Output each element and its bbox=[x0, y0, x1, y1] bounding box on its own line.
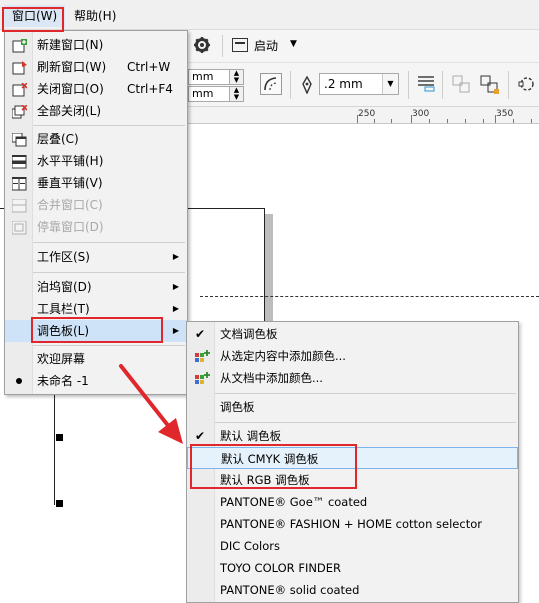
submenu-item-pantone-goe[interactable]: PANTONE® Goe™ coated bbox=[187, 491, 518, 513]
submenu-item-dic-colors[interactable]: DIC Colors bbox=[187, 535, 518, 557]
palette-add-selection-icon bbox=[195, 349, 210, 363]
submenu-item-add-from-selection[interactable]: 从选定内容中添加颜色... bbox=[187, 345, 518, 367]
menu-item-untitled-1[interactable]: 未命名 -1 bbox=[5, 370, 187, 392]
menu-item-toolbars[interactable]: 工具栏(T) ▶ bbox=[5, 298, 187, 320]
menu-window[interactable]: 窗口(W) bbox=[4, 5, 66, 27]
menubar: 窗口(W) 帮助(H) bbox=[0, 0, 539, 30]
submenu-arrow-icon: ▶ bbox=[172, 304, 179, 313]
standard-toolbar: 启动 ▼ bbox=[188, 30, 539, 63]
submenu-item-default-cmyk[interactable]: 默认 CMYK 调色板 bbox=[187, 447, 518, 469]
selection-handle[interactable] bbox=[56, 500, 63, 507]
menu-item-tile-vertical[interactable]: 垂直平铺(V) bbox=[5, 172, 187, 194]
horizontal-ruler: 250 300 350 bbox=[188, 107, 539, 124]
gear-icon[interactable] bbox=[193, 36, 211, 54]
palette-add-document-icon bbox=[195, 371, 210, 385]
ruler-label-350: 350 bbox=[496, 109, 514, 119]
tile-horizontal-icon bbox=[11, 154, 27, 169]
tile-vertical-icon bbox=[11, 176, 27, 191]
submenu-item-default-rgb[interactable]: 默认 RGB 调色板 bbox=[187, 469, 518, 491]
ruler-label-300: 300 bbox=[412, 109, 430, 119]
new-window-icon bbox=[12, 38, 27, 53]
menu-item-refresh-window[interactable]: 刷新窗口(W) Ctrl+W bbox=[5, 56, 187, 78]
property-bar: mm ▲ ▼ mm ▲ ▼ .2 mm ▼ bbox=[188, 63, 539, 107]
corner-style-icon[interactable] bbox=[260, 73, 282, 95]
size-y-input[interactable]: mm bbox=[188, 86, 230, 102]
submenu-item-toyo[interactable]: TOYO COLOR FINDER bbox=[187, 557, 518, 579]
submenu-item-document-palette[interactable]: ✔ 文档调色板 bbox=[187, 323, 518, 345]
close-all-icon bbox=[11, 104, 28, 119]
menu-item-merge-windows: 合并窗口(C) bbox=[5, 194, 187, 216]
menu-item-close-all[interactable]: 全部关闭(L) bbox=[5, 100, 187, 122]
outline-width-select[interactable]: .2 mm ▼ bbox=[319, 73, 399, 95]
size-y-stepper[interactable]: ▲ ▼ bbox=[230, 86, 244, 102]
color-palettes-submenu: ✔ 文档调色板 从选定内容中添加颜色... 从文档中添加颜色... 调色板 ✔ … bbox=[186, 321, 519, 603]
menu-item-new-window[interactable]: 新建窗口(N) bbox=[5, 34, 187, 56]
menu-item-cascade[interactable]: 层叠(C) bbox=[5, 128, 187, 150]
submenu-item-pantone-solid[interactable]: PANTONE® solid coated bbox=[187, 579, 518, 601]
checkmark-icon: ✔ bbox=[195, 327, 206, 341]
menu-help[interactable]: 帮助(H) bbox=[66, 5, 124, 27]
merge-windows-icon bbox=[11, 198, 27, 213]
convert-to-curves-icon[interactable] bbox=[518, 75, 536, 93]
size-x-stepper[interactable]: ▲ ▼ bbox=[230, 69, 244, 85]
submenu-item-default-palette[interactable]: ✔ 默认 调色板 bbox=[187, 425, 518, 447]
menu-item-close-window[interactable]: 关闭窗口(O) Ctrl+F4 bbox=[5, 78, 187, 100]
chevron-down-icon[interactable]: ▼ bbox=[290, 39, 297, 49]
ruler-label-250: 250 bbox=[358, 109, 376, 119]
submenu-arrow-icon: ▶ bbox=[172, 326, 179, 335]
guideline[interactable] bbox=[200, 296, 539, 297]
launch-icon[interactable] bbox=[232, 38, 248, 52]
submenu-arrow-icon: ▶ bbox=[172, 282, 179, 291]
submenu-item-palettes[interactable]: 调色板 bbox=[187, 396, 518, 418]
menu-item-workspace[interactable]: 工作区(S) ▶ bbox=[5, 246, 187, 268]
selection-handle[interactable] bbox=[56, 434, 63, 441]
group-icon[interactable] bbox=[452, 75, 470, 93]
window-menu: 新建窗口(N) 刷新窗口(W) Ctrl+W 关闭窗口(O) Ctrl+F4 全… bbox=[4, 30, 188, 395]
submenu-item-add-from-document[interactable]: 从文档中添加颜色... bbox=[187, 367, 518, 389]
checkmark-icon: ✔ bbox=[195, 429, 206, 443]
menu-item-color-palettes[interactable]: 调色板(L) ▶ bbox=[5, 320, 187, 342]
menu-item-welcome-screen[interactable]: 欢迎屏幕 bbox=[5, 348, 187, 370]
launch-button[interactable]: 启动 bbox=[254, 37, 278, 54]
menu-item-dockers[interactable]: 泊坞窗(D) ▶ bbox=[5, 276, 187, 298]
refresh-window-icon bbox=[12, 60, 27, 75]
dock-window-icon bbox=[11, 220, 27, 235]
selected-object-edge bbox=[54, 395, 55, 505]
cascade-icon bbox=[11, 132, 27, 147]
menu-item-dock-window: 停靠窗口(D) bbox=[5, 216, 187, 238]
size-x-input[interactable]: mm bbox=[188, 69, 230, 85]
chevron-down-icon[interactable]: ▼ bbox=[382, 74, 398, 94]
submenu-arrow-icon: ▶ bbox=[172, 252, 179, 261]
wrap-text-icon[interactable] bbox=[417, 74, 435, 92]
close-window-icon bbox=[12, 82, 28, 97]
pen-icon bbox=[300, 75, 314, 95]
submenu-item-pantone-fashion[interactable]: PANTONE® FASHION + HOME cotton selector bbox=[187, 513, 518, 535]
bullet-icon bbox=[16, 378, 22, 384]
page-shadow bbox=[265, 214, 273, 334]
menu-item-tile-horizontal[interactable]: 水平平铺(H) bbox=[5, 150, 187, 172]
ungroup-icon[interactable] bbox=[480, 75, 500, 95]
